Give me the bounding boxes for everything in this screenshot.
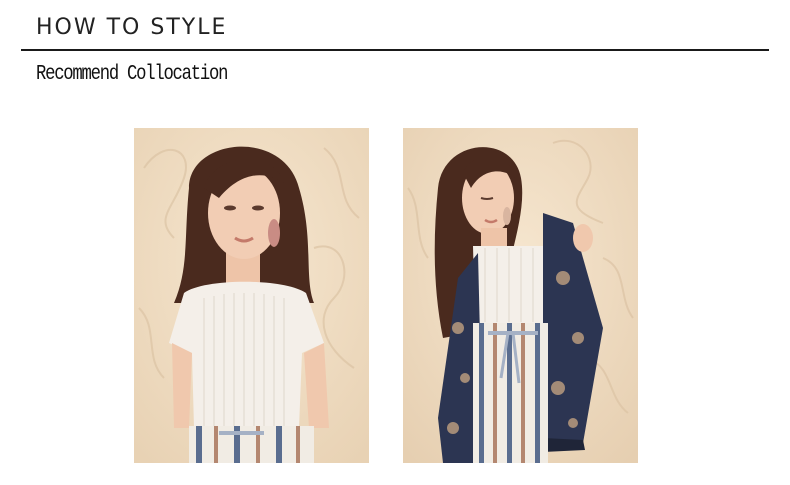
outfit-illustration-right xyxy=(403,128,638,463)
outfit-illustration-left xyxy=(134,128,369,463)
section-subtitle: Recommend Collocation xyxy=(36,63,228,86)
heading-divider xyxy=(21,49,769,51)
outfit-photo-left[interactable] xyxy=(134,128,369,463)
outfit-photo-right[interactable] xyxy=(403,128,638,463)
section-heading: HOW TO STYLE xyxy=(36,15,228,40)
